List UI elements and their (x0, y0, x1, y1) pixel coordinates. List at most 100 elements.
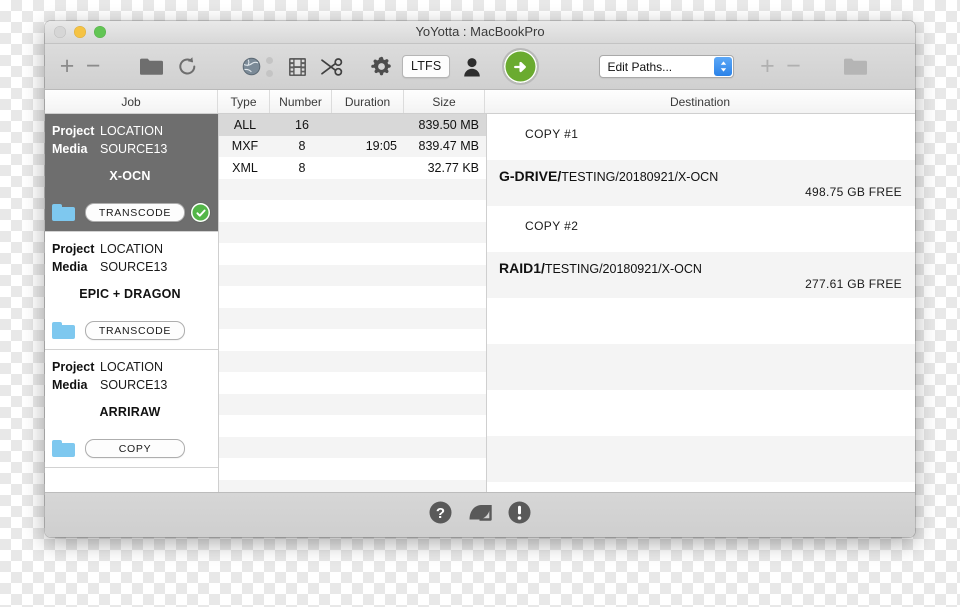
job-media-value: SOURCE13 (100, 378, 168, 392)
remove-destination-button[interactable]: − (782, 54, 804, 79)
destination-volume: RAID1/ (499, 260, 545, 276)
close-button[interactable] (54, 26, 66, 38)
table-row-empty[interactable] (219, 200, 486, 222)
refresh-icon[interactable] (177, 56, 198, 77)
column-header-number[interactable]: Number (270, 90, 332, 113)
destination-subpath: TESTING/20180921/X-OCN (544, 262, 702, 276)
destination-row-empty[interactable] (487, 436, 915, 482)
cell-type: XML (232, 160, 258, 175)
question-mark-icon[interactable]: ? (429, 501, 452, 529)
destination-row[interactable]: G-DRIVE/TESTING/20180921/X-OCN 498.75 GB… (487, 160, 915, 206)
window-title: YoYotta : MacBookPro (415, 24, 545, 39)
job-project-value: LOCATION (100, 360, 163, 374)
job-media-value: SOURCE13 (100, 260, 168, 274)
cell-type: ALL (233, 117, 257, 132)
minimize-button[interactable] (74, 26, 86, 38)
job-project-key: Project (52, 242, 95, 256)
table-row-empty[interactable] (219, 350, 486, 372)
globe-icon[interactable] (242, 57, 261, 76)
table-row-empty[interactable] (219, 329, 486, 351)
file-type-table: ALL 16 839.50 MB MXF 8 19:05 839.47 MB X… (219, 114, 487, 492)
start-job-button[interactable] (502, 48, 540, 85)
gear-icon[interactable] (371, 56, 392, 77)
book-icon[interactable] (468, 503, 492, 528)
job-row[interactable]: Project LOCATION Media SOURCE13 ARRIRAW … (45, 350, 218, 468)
cell-size: 839.50 MB (418, 117, 479, 132)
green-arrow-go-icon (513, 61, 526, 72)
column-header-job[interactable]: Job (45, 90, 218, 113)
maximize-button[interactable] (94, 26, 106, 38)
table-row[interactable]: MXF 8 19:05 839.47 MB (219, 135, 486, 157)
job-media-key: Media (52, 378, 88, 392)
table-row-empty[interactable] (219, 479, 486, 492)
cell-size: 32.77 KB (427, 160, 479, 175)
destination-volume: G-DRIVE/ (499, 168, 562, 184)
scissors-icon[interactable] (320, 57, 343, 77)
table-row[interactable]: ALL 16 839.50 MB (219, 114, 486, 136)
status-dot-lower (266, 69, 273, 77)
person-icon[interactable] (463, 57, 481, 77)
job-media-line: Media SOURCE13 (52, 376, 208, 394)
table-row-empty[interactable] (219, 178, 486, 200)
cell-duration: 19:05 (365, 139, 397, 154)
destination-row-empty[interactable] (487, 344, 915, 390)
job-action-button[interactable]: TRANSCODE (85, 321, 185, 340)
destination-copy-header[interactable]: COPY #2 (487, 206, 915, 252)
destination-row-empty[interactable] (487, 482, 915, 492)
chevron-updown-icon (714, 57, 733, 76)
copy-label: COPY #2 (525, 219, 579, 233)
destination-folder-icon[interactable] (843, 57, 868, 76)
job-list-empty-area[interactable] (45, 468, 218, 492)
destination-copy-header[interactable]: COPY #1 (487, 114, 915, 160)
table-row[interactable]: XML 8 32.77 KB (219, 157, 486, 179)
window-controls (54, 26, 106, 38)
table-row-empty[interactable] (219, 221, 486, 243)
folder-icon[interactable] (52, 322, 75, 339)
table-row-empty[interactable] (219, 393, 486, 415)
job-row[interactable]: Project LOCATION Media SOURCE13 X-OCN TR… (45, 114, 218, 232)
job-footer: TRANSCODE (52, 203, 210, 222)
column-header-size[interactable]: Size (404, 90, 485, 113)
exclamation-mark-icon[interactable] (508, 501, 531, 529)
cell-number: 16 (295, 117, 309, 132)
film-strip-icon[interactable] (288, 57, 307, 77)
job-media-key: Media (52, 142, 88, 156)
table-row-empty[interactable] (219, 307, 486, 329)
job-action-button[interactable]: TRANSCODE (85, 203, 185, 222)
column-header-destination[interactable]: Destination (485, 90, 915, 113)
table-row-empty[interactable] (219, 415, 486, 437)
destination-row-empty[interactable] (487, 298, 915, 344)
job-list: Project LOCATION Media SOURCE13 X-OCN TR… (45, 114, 219, 492)
table-row-empty[interactable] (219, 264, 486, 286)
job-row[interactable]: Project LOCATION Media SOURCE13 EPIC + D… (45, 232, 218, 350)
job-project-line: Project LOCATION (52, 122, 208, 140)
status-complete-icon (191, 203, 210, 222)
table-row-empty[interactable] (219, 372, 486, 394)
column-header-type[interactable]: Type (218, 90, 270, 113)
job-footer: COPY (52, 439, 210, 458)
destination-row-empty[interactable] (487, 390, 915, 436)
destination-row[interactable]: RAID1/TESTING/20180921/X-OCN 277.61 GB F… (487, 252, 915, 298)
job-project-line: Project LOCATION (52, 358, 208, 376)
status-bar: ? (45, 492, 915, 537)
add-job-label: + (59, 52, 75, 80)
app-window: YoYotta : MacBookPro + − LTFS Edit Paths… (45, 21, 915, 537)
folder-icon[interactable] (52, 204, 75, 221)
table-row-empty[interactable] (219, 286, 486, 308)
folder-icon[interactable] (52, 440, 75, 457)
status-dot-upper (266, 56, 273, 64)
table-row-empty[interactable] (219, 243, 486, 265)
table-row-empty[interactable] (219, 458, 486, 480)
job-project-value: LOCATION (100, 242, 163, 256)
ltfs-button[interactable]: LTFS (402, 55, 451, 78)
add-job-button[interactable]: + (56, 54, 78, 79)
edit-paths-select[interactable]: Edit Paths... (599, 55, 735, 78)
column-header-duration[interactable]: Duration (332, 90, 404, 113)
folder-icon[interactable] (139, 57, 163, 76)
remove-job-button[interactable]: − (82, 54, 104, 79)
add-destination-button[interactable]: + (756, 54, 778, 79)
destination-free-space: 498.75 GB FREE (805, 185, 902, 199)
job-name: X-OCN (109, 169, 151, 183)
table-row-empty[interactable] (219, 436, 486, 458)
job-action-button[interactable]: COPY (85, 439, 185, 458)
